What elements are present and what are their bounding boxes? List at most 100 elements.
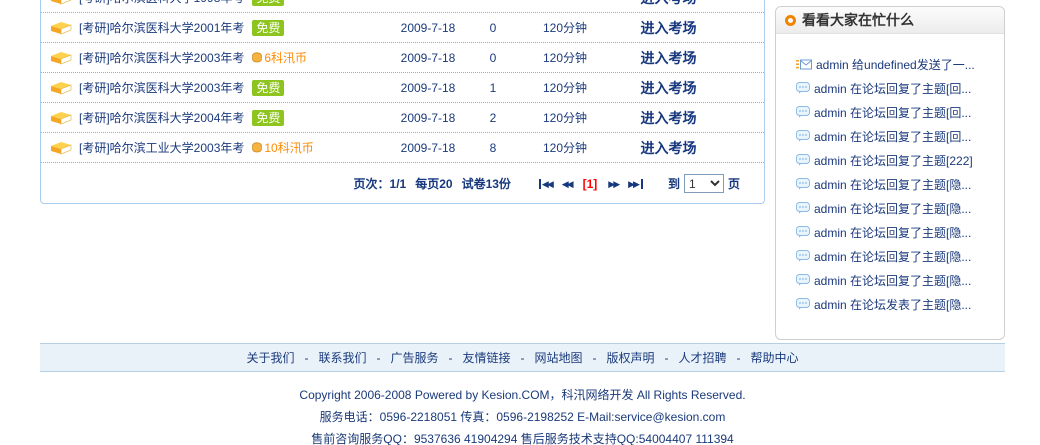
activity-panel-title: 看看大家在忙什么 (802, 12, 914, 28)
exam-title-link[interactable]: [考研]哈尔滨医科大学2003年考 (79, 79, 244, 96)
book-icon (51, 141, 72, 154)
activity-text[interactable]: admin 在论坛发表了主题[隐... (814, 296, 971, 313)
enter-exam-link[interactable]: 进入考场 (641, 110, 697, 126)
footer-link-help[interactable]: 帮助中心 (751, 349, 799, 366)
exam-date: 2009-7-18 (400, 110, 456, 125)
free-badge: 免费 (252, 109, 285, 126)
comment-icon (796, 106, 810, 118)
activity-text[interactable]: admin 在论坛回复了主题[回... (814, 128, 971, 145)
page-nav: ◀◀ ◀◀ [1] ▶▶ ▶▶ (534, 178, 648, 190)
exam-title-cell: [考研]哈尔滨医科大学1998年考 免费 (41, 0, 389, 6)
exam-title-link[interactable]: [考研]哈尔滨医科大学2004年考 (79, 109, 244, 126)
exam-title-link[interactable]: [考研]哈尔滨医科大学2003年考 (79, 49, 244, 66)
list-item: admin 在论坛回复了主题[隐... (796, 220, 996, 244)
exam-count: 1 (489, 80, 497, 95)
enter-exam-link[interactable]: 进入考场 (641, 80, 697, 96)
exam-date: 2009-7-18 (400, 50, 456, 65)
exam-count: 8 (489, 140, 497, 155)
enter-exam-link[interactable]: 进入考场 (641, 140, 697, 156)
exam-title-link[interactable]: [考研]哈尔滨医科大学2001年考 (79, 19, 244, 36)
page-select[interactable]: 1 (683, 174, 724, 193)
footer-link-ads[interactable]: 广告服务 (390, 349, 438, 366)
goto-label: 到 (667, 177, 680, 191)
link-separator: - (376, 350, 381, 365)
exam-duration: 120分钟 (542, 111, 588, 125)
exam-count: 0 (489, 50, 497, 65)
activity-panel: 看看大家在忙什么 admin 给undefined发送了一... admin 在… (775, 6, 1005, 340)
table-row: [考研]哈尔滨医科大学2004年考 免费 2009-7-18 2 120分钟 进… (41, 103, 764, 133)
table-row: [考研]哈尔滨工业大学2003年考 10科汛币 2009-7-18 8 120分… (41, 133, 764, 163)
enter-exam-link[interactable]: 进入考场 (641, 50, 697, 66)
footer-link-copyright[interactable]: 版权声明 (607, 349, 655, 366)
current-page-number[interactable]: [1] (583, 178, 598, 190)
footer-link-sitemap[interactable]: 网站地图 (535, 349, 583, 366)
list-item: admin 在论坛回复了主题[隐... (796, 172, 996, 196)
list-item: admin 在论坛回复了主题[隐... (796, 196, 996, 220)
copyright-block: Copyright 2006-2008 Powered by Kesion.CO… (40, 384, 1005, 445)
activity-list: admin 给undefined发送了一... admin 在论坛回复了主题[回… (776, 34, 1004, 316)
exam-duration: 120分钟 (542, 51, 588, 65)
link-separator: - (304, 350, 309, 365)
activity-text[interactable]: admin 给undefined发送了一... (816, 56, 975, 73)
next-page-icon[interactable]: ▶▶ (608, 179, 620, 189)
comment-icon (796, 274, 810, 286)
enter-exam-link[interactable]: 进入考场 (641, 20, 697, 36)
exam-title-cell: [考研]哈尔滨医科大学2003年考 免费 (41, 79, 389, 96)
activity-text[interactable]: admin 在论坛回复了主题[回... (814, 80, 971, 97)
coin-icon (252, 52, 263, 63)
activity-text[interactable]: admin 在论坛回复了主题[隐... (814, 248, 971, 265)
first-page-icon[interactable]: ◀◀ (538, 178, 554, 189)
footer-link-contact[interactable]: 联系我们 (318, 349, 366, 366)
activity-text[interactable]: admin 在论坛回复了主题[隐... (814, 176, 971, 193)
exam-title-cell: [考研]哈尔滨医科大学2001年考 免费 (41, 19, 389, 36)
footer-link-friends[interactable]: 友情链接 (462, 349, 510, 366)
book-icon (51, 111, 72, 124)
activity-panel-header: 看看大家在忙什么 (776, 7, 1004, 34)
book-icon (51, 21, 72, 34)
list-item: admin 在论坛回复了主题[隐... (796, 244, 996, 268)
table-row: [考研]哈尔滨医科大学1998年考 免费 进入考场 (41, 0, 764, 13)
table-row: [考研]哈尔滨医科大学2003年考 免费 2009-7-18 1 120分钟 进… (41, 73, 764, 103)
exam-duration: 120分钟 (542, 21, 588, 35)
exam-title-cell: [考研]哈尔滨医科大学2003年考 6科汛币 (41, 49, 389, 66)
list-item: admin 在论坛回复了主题[隐... (796, 268, 996, 292)
link-separator: - (664, 350, 669, 365)
table-row: [考研]哈尔滨医科大学2003年考 6科汛币 2009-7-18 0 120分钟… (41, 43, 764, 73)
coin-price: 10科汛币 (252, 139, 314, 156)
link-separator: - (448, 350, 453, 365)
activity-text[interactable]: admin 在论坛回复了主题[隐... (814, 224, 971, 241)
list-item: admin 在论坛回复了主题[回... (796, 100, 996, 124)
comment-icon (796, 298, 810, 310)
list-item: admin 在论坛发表了主题[隐... (796, 292, 996, 316)
table-row: [考研]哈尔滨医科大学2001年考 免费 2009-7-18 0 120分钟 进… (41, 13, 764, 43)
last-page-icon[interactable]: ▶▶ (628, 178, 643, 189)
comment-icon (796, 178, 810, 190)
link-separator: - (736, 350, 741, 365)
exam-duration: 120分钟 (542, 81, 588, 95)
footer-link-jobs[interactable]: 人才招聘 (679, 349, 727, 366)
orange-bullet-icon (785, 14, 796, 26)
exam-title-link[interactable]: [考研]哈尔滨医科大学1998年考 (79, 0, 244, 6)
comment-icon (796, 82, 810, 94)
exam-date: 2009-7-18 (400, 140, 456, 155)
free-badge: 免费 (252, 19, 285, 36)
per-page-info: 每页20 (415, 177, 453, 191)
comment-icon (796, 226, 810, 238)
prev-page-icon[interactable]: ◀◀ (562, 179, 574, 189)
exam-date: 2009-7-18 (400, 80, 456, 95)
comment-icon (796, 154, 810, 166)
activity-text[interactable]: admin 在论坛回复了主题[隐... (814, 200, 971, 217)
list-item: admin 在论坛回复了主题[222] (796, 148, 996, 172)
activity-text[interactable]: admin 在论坛回复了主题[回... (814, 104, 971, 121)
footer-link-about[interactable]: 关于我们 (246, 349, 294, 366)
comment-icon (796, 202, 810, 214)
copyright-line: Copyright 2006-2008 Powered by Kesion.CO… (299, 388, 746, 402)
enter-exam-link[interactable]: 进入考场 (641, 0, 697, 6)
activity-text[interactable]: admin 在论坛回复了主题[222] (814, 152, 973, 169)
coin-price: 6科汛币 (252, 49, 307, 66)
link-separator: - (592, 350, 597, 365)
free-badge: 免费 (252, 0, 285, 6)
list-item: admin 在论坛回复了主题[回... (796, 76, 996, 100)
exam-title-link[interactable]: [考研]哈尔滨工业大学2003年考 (79, 139, 244, 156)
activity-text[interactable]: admin 在论坛回复了主题[隐... (814, 272, 971, 289)
